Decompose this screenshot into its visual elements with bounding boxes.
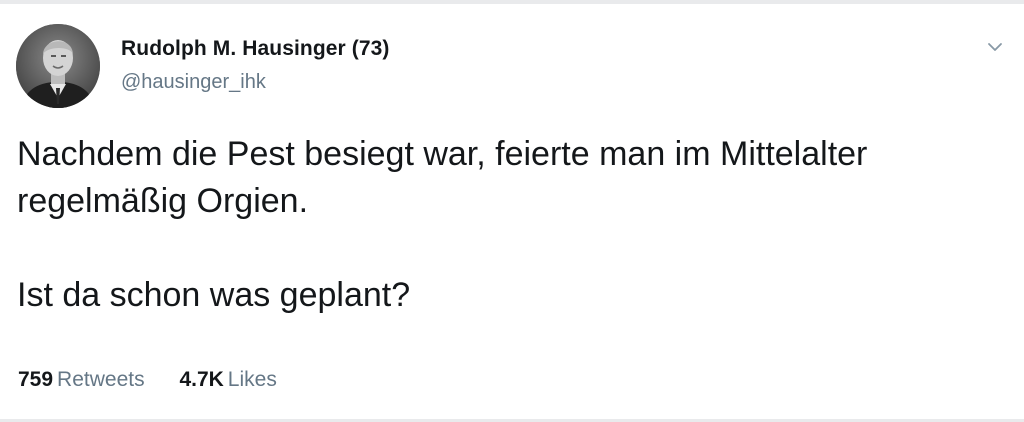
avatar[interactable] — [16, 24, 100, 108]
tweet-text-line: regelmäßig Orgien. — [17, 182, 309, 220]
tweet-text-line: Nachdem die Pest besiegt war, feierte ma… — [17, 135, 868, 173]
likes-count: 4.7K — [179, 368, 224, 391]
chevron-down-icon[interactable] — [984, 36, 1006, 58]
author-display-name[interactable]: Rudolph M. Hausinger (73) — [121, 37, 390, 61]
retweets-stat[interactable]: 759 Retweets — [18, 368, 145, 392]
tweet-text-line: Ist da schon was geplant? — [17, 276, 411, 314]
retweets-count: 759 — [18, 368, 54, 391]
tweet-stats: 759 Retweets 4.7K Likes — [18, 368, 277, 392]
likes-label: Likes — [227, 368, 277, 391]
user-photo-icon — [16, 24, 100, 108]
tweet-text: Nachdem die Pest besiegt war, feierte ma… — [17, 131, 1007, 319]
tweet-card: Rudolph M. Hausinger (73) @hausinger_ihk… — [0, 0, 1024, 422]
likes-stat[interactable]: 4.7K Likes — [179, 368, 276, 392]
retweets-label: Retweets — [57, 368, 145, 391]
author-handle[interactable]: @hausinger_ihk — [121, 71, 266, 94]
